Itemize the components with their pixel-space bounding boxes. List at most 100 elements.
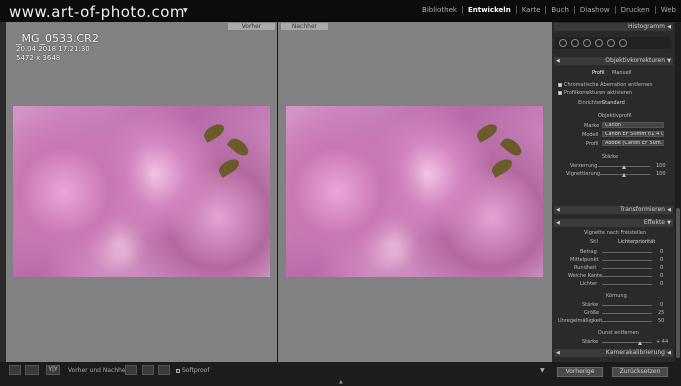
file-name: _MG_0533.CR2 (16, 32, 99, 45)
image-dimensions: 5472 x 3648 (16, 54, 61, 62)
midpoint-slider[interactable] (602, 260, 652, 261)
grain-size-label: Größe (584, 310, 600, 316)
module-picker: Bibliothek Entwickeln Karte Buch Diashow… (417, 6, 681, 14)
panel-scrollbar[interactable] (675, 22, 681, 362)
dehaze-label: Stärke (582, 339, 599, 345)
before-label: Vorher (228, 23, 275, 30)
roundness-label: Rundheit (574, 265, 597, 271)
copy-after-button[interactable] (142, 365, 154, 375)
setup-select[interactable]: Standard (602, 100, 625, 106)
make-label: Marke (584, 123, 600, 129)
lens-corrections-panel: ◀ Objektivkorrekturen ▼ Profil Manuell Chr… (554, 57, 673, 177)
vignetting-value[interactable]: 100 (656, 171, 666, 177)
amount-slider[interactable] (602, 252, 652, 253)
calibration-header[interactable]: ◀ Kamerakalibrierung ◀ (554, 349, 673, 357)
roundness-value[interactable]: 0 (660, 265, 663, 271)
roughness-slider[interactable] (602, 321, 652, 322)
before-after-label: Vorher und Nachher: (68, 367, 131, 374)
toolbar-menu-icon[interactable]: ▼ (540, 367, 545, 374)
roundness-slider[interactable] (602, 268, 652, 269)
grain-size-value[interactable]: 25 (658, 310, 664, 316)
loupe-view-button[interactable] (9, 365, 21, 375)
vignetting-knob[interactable] (622, 173, 626, 177)
highlights-slider[interactable] (602, 284, 652, 285)
identity-plate[interactable]: www.art-of-photo.com (9, 3, 185, 21)
graduated-filter-icon[interactable] (595, 39, 603, 47)
midpoint-value[interactable]: 0 (660, 257, 663, 263)
profile-checkbox[interactable]: Profilkorrekturen aktivieren (558, 90, 632, 96)
after-photo[interactable] (286, 106, 543, 277)
after-label: Nachher (281, 23, 328, 30)
grain-size-slider[interactable] (602, 313, 652, 314)
histogram-header[interactable]: Histogramm ◀ (2, 23, 673, 31)
module-slideshow[interactable]: Diashow (573, 6, 615, 14)
module-develop[interactable]: Entwickeln (461, 6, 516, 14)
pane-divider (277, 22, 278, 362)
reset-button[interactable]: Zurücksetzen (612, 367, 668, 377)
crop-icon[interactable] (559, 39, 567, 47)
style-label: Stil (590, 239, 598, 245)
make-select[interactable]: Canon (602, 122, 664, 128)
dehaze-knob[interactable] (638, 341, 642, 345)
red-eye-icon[interactable] (583, 39, 591, 47)
spot-removal-icon[interactable] (571, 39, 579, 47)
profile-label: Profil (586, 141, 599, 147)
top-bar: www.art-of-photo.com ▼ Bibliothek Entwic… (0, 0, 681, 22)
model-label: Modell (582, 132, 599, 138)
grain-amount-slider[interactable] (602, 305, 652, 306)
radial-filter-icon[interactable] (607, 39, 615, 47)
tab-profile[interactable]: Profil (592, 70, 604, 76)
highlights-value[interactable]: 0 (660, 281, 663, 287)
grid-view-button[interactable] (25, 365, 39, 375)
filmstrip-toggle-icon[interactable]: ▲ (339, 379, 343, 385)
copy-before-button[interactable] (125, 365, 137, 375)
left-panel-collapsed[interactable] (0, 22, 6, 362)
tool-strip (555, 37, 671, 49)
profile-select[interactable]: Adobe (Canon EF 50m... (602, 140, 664, 146)
grain-amount-label: Stärke (582, 302, 599, 308)
model-select[interactable]: Canon EF 50mm f/1.4 U... (602, 131, 664, 137)
lens-profile-title: Objektivprofil (598, 113, 632, 119)
distortion-label: Verzerrung (570, 163, 598, 169)
capture-date: 20.04.2018 17:21:30 (16, 45, 90, 53)
module-print[interactable]: Drucken (614, 6, 655, 14)
module-book[interactable]: Buch (545, 6, 574, 14)
softproof-checkbox[interactable]: Softproof (176, 367, 209, 374)
dehaze-value[interactable]: + 44 (656, 339, 668, 345)
feather-slider[interactable] (602, 276, 652, 277)
style-select[interactable]: Lichterpriorität (618, 239, 655, 245)
roughness-label: Unregelmäßigkeit (558, 318, 603, 324)
calibration-panel: ◀ Kamerakalibrierung ◀ (554, 349, 673, 357)
photo-info-overlay: _MG_0533.CR2 20.04.2018 17:21:30 5472 x … (16, 32, 99, 63)
distortion-knob[interactable] (622, 165, 626, 169)
ca-checkbox[interactable]: Chromatische Aberration entfernen (558, 82, 653, 88)
dehaze-slider[interactable] (602, 342, 652, 343)
previous-button[interactable]: Vorherige (557, 367, 603, 377)
amount-value[interactable]: 0 (660, 249, 663, 255)
grain-amount-value[interactable]: 0 (660, 302, 663, 308)
lens-corrections-header[interactable]: ◀ Objektivkorrekturen ▼ (554, 57, 673, 65)
effects-header[interactable]: ◀ Effekte ▼ (554, 219, 673, 227)
feather-value[interactable]: 0 (660, 273, 663, 279)
distortion-value[interactable]: 100 (656, 163, 666, 169)
before-after-button[interactable]: Y|Y (46, 365, 60, 375)
midpoint-label: Mittelpunkt (570, 257, 599, 263)
amount-title: Stärke (602, 154, 619, 160)
module-web[interactable]: Web (654, 6, 681, 14)
transform-header[interactable]: ◀ Transformieren ◀ (554, 206, 673, 214)
feather-label: Weiche Kante (568, 273, 603, 279)
before-photo[interactable] (13, 106, 270, 277)
chevron-down-icon[interactable]: ▼ (183, 7, 188, 14)
tab-manual[interactable]: Manuell (612, 70, 632, 76)
module-map[interactable]: Karte (515, 6, 546, 14)
dehaze-title: Dunst entfernen (598, 330, 639, 336)
roughness-value[interactable]: 50 (658, 318, 664, 324)
transform-panel: ◀ Transformieren ◀ (554, 206, 673, 214)
swap-button[interactable] (158, 365, 170, 375)
setup-label: Einrichten (578, 100, 604, 106)
vignette-title: Vignette nach Freistellen (584, 230, 647, 236)
brush-icon[interactable] (619, 39, 627, 47)
grain-title: Körnung (606, 293, 627, 299)
module-library[interactable]: Bibliothek (417, 6, 462, 14)
highlights-label: Lichter (580, 281, 598, 287)
